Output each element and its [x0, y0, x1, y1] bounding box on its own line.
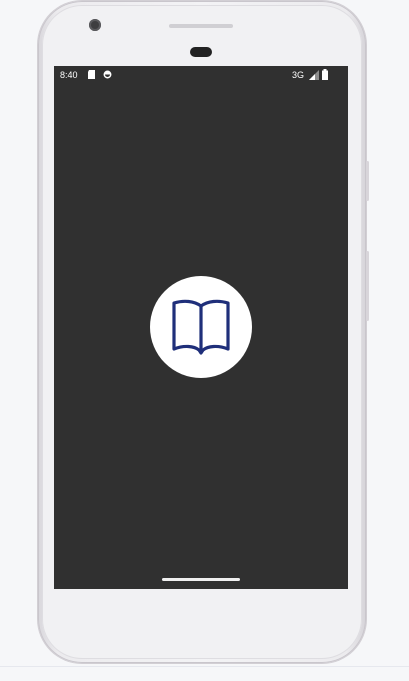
status-time: 8:40: [60, 70, 78, 80]
proximity-sensor: [190, 47, 212, 57]
app-screen: 8:40 3G: [54, 66, 348, 589]
earpiece-speaker: [169, 24, 233, 28]
battery-icon: [322, 69, 328, 80]
page-divider: [0, 666, 409, 667]
open-book-icon: [172, 299, 230, 355]
home-indicator[interactable]: [162, 578, 240, 581]
sync-icon: [103, 70, 112, 79]
sd-card-icon: [88, 70, 95, 79]
app-logo: [150, 276, 252, 378]
power-button: [366, 161, 369, 201]
network-type: 3G: [292, 70, 305, 80]
volume-button: [366, 251, 369, 321]
front-camera: [89, 19, 101, 31]
signal-icon: [309, 70, 319, 80]
status-bar: 8:40 3G: [54, 66, 348, 84]
